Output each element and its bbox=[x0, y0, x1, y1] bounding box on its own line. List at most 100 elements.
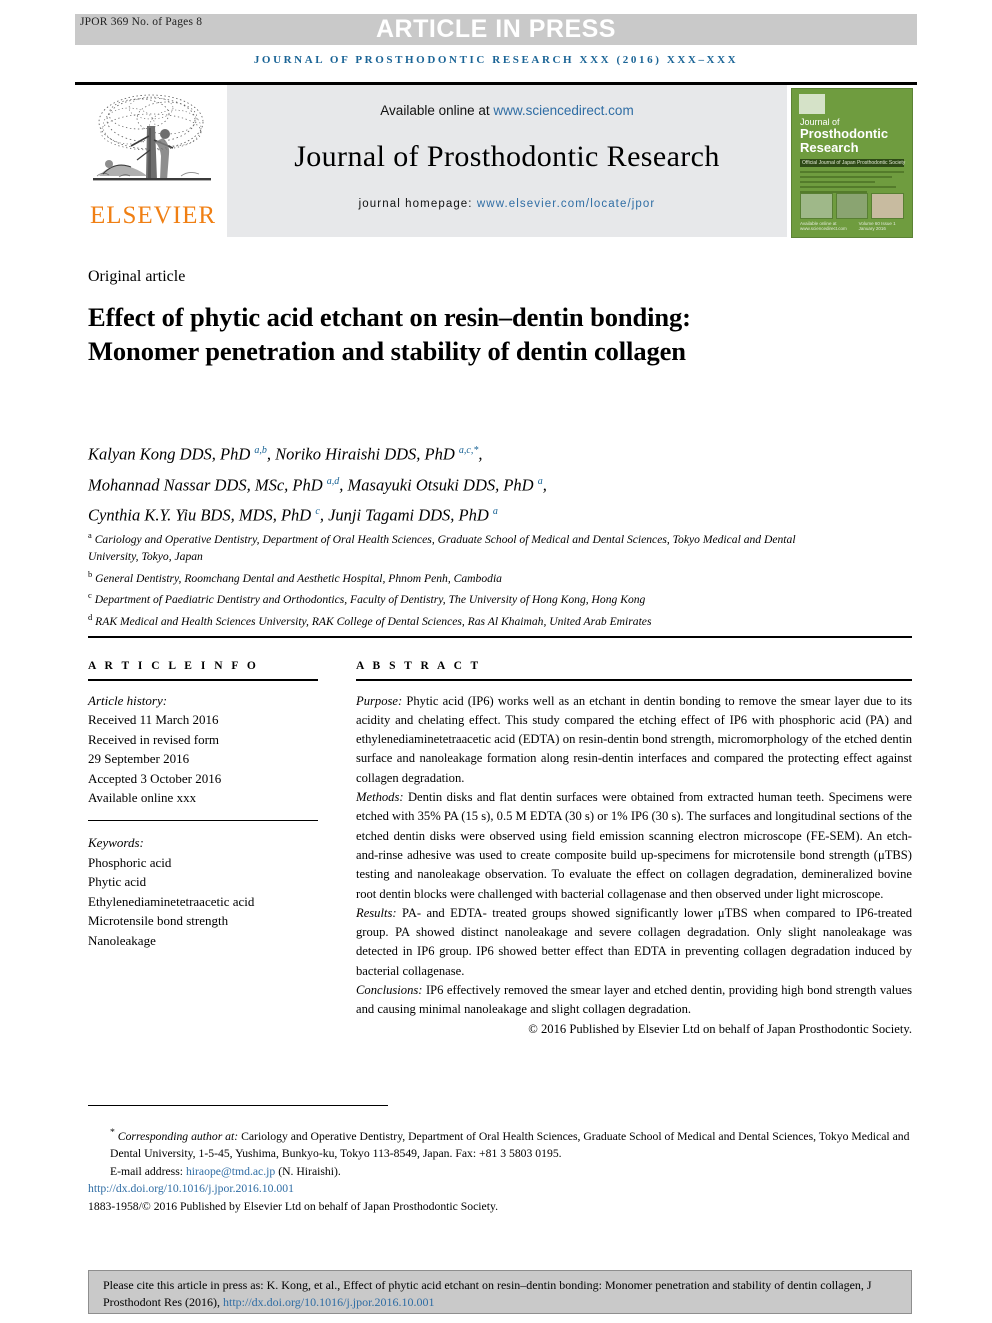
author-name: Mohannad Nassar DDS, MSc, PhD bbox=[88, 475, 323, 494]
article-history-item: Received 11 March 2016 bbox=[88, 712, 219, 728]
article-history-label: Article history: bbox=[88, 692, 168, 708]
abstract-section: Methods: Dentin disks and flat dentin su… bbox=[356, 788, 912, 904]
author-affil-mark: a,c,* bbox=[458, 445, 479, 456]
available-online-line: Available online at www.sciencedirect.co… bbox=[227, 103, 787, 118]
affiliation-text: Cariology and Operative Dentistry, Depar… bbox=[88, 532, 796, 564]
abstract-section-text: Dentin disks and flat dentin surfaces we… bbox=[356, 790, 912, 901]
journal-homepage-line: journal homepage: www.elsevier.com/locat… bbox=[227, 198, 787, 210]
author-name: Noriko Hiraishi DDS, PhD bbox=[275, 444, 455, 464]
abstract-section-text: IP6 effectively removed the smear layer … bbox=[356, 983, 912, 1017]
cover-title-main: Prosthodontic Research bbox=[800, 127, 888, 155]
affiliation-text: RAK Medical and Health Sciences Universi… bbox=[95, 614, 652, 628]
abstract-column: A B S T R A C T Purpose: Phytic acid (IP… bbox=[356, 660, 912, 1039]
author-affil-mark: a,b bbox=[254, 445, 267, 456]
sciencedirect-link[interactable]: www.sciencedirect.com bbox=[493, 103, 633, 118]
available-online-label: Available online at bbox=[380, 103, 494, 118]
abstract-top-rule bbox=[88, 636, 912, 638]
author-name: Masayuki Otsuki DDS, PhD bbox=[347, 475, 534, 494]
article-info-heading: A R T I C L E I N F O bbox=[88, 660, 259, 672]
journal-cover-thumbnail: Journal of Prosthodontic Research Offici… bbox=[791, 88, 913, 238]
article-info-column: A R T I C L E I N F O Article history: R… bbox=[88, 660, 318, 950]
manuscript-stamp: JPOR 369 No. of Pages 8 bbox=[80, 16, 203, 28]
abstract-body: Purpose: Phytic acid (IP6) works well as… bbox=[356, 692, 912, 1039]
elsevier-tree-icon bbox=[93, 94, 211, 181]
cover-title-line2: Prosthodontic bbox=[800, 126, 889, 141]
keywords-label: Keywords: bbox=[88, 835, 144, 851]
email-suffix: (N. Hiraishi). bbox=[275, 1164, 341, 1178]
cite-doi-link[interactable]: http://dx.doi.org/10.1016/j.jpor.2016.10… bbox=[223, 1295, 434, 1309]
abstract-section-text: PA- and EDTA- treated groups showed sign… bbox=[356, 905, 912, 978]
cover-footer-left: Available online at www.sciencedirect.co… bbox=[800, 221, 847, 231]
cover-society-label: Official Journal of Japan Prosthodontic … bbox=[802, 160, 906, 166]
footnote-block: * Corresponding author at: Cariology and… bbox=[88, 1124, 912, 1215]
cite-this-article-box: Please cite this article in press as: K.… bbox=[88, 1270, 912, 1314]
cover-footer-right: Volume 60 Issue 1 January 2016 bbox=[858, 221, 896, 231]
email-link[interactable]: hiraope@tmd.ac.jp bbox=[186, 1165, 275, 1178]
abstract-copyright: © 2016 Published by Elsevier Ltd on beha… bbox=[528, 1021, 912, 1036]
journal-masthead: ELSEVIER Available online at www.science… bbox=[75, 82, 917, 240]
article-history-item: 29 September 2016 bbox=[88, 751, 190, 767]
affiliation-mark: a bbox=[88, 530, 92, 540]
abstract-section: Results: PA- and EDTA- treated groups sh… bbox=[356, 904, 912, 981]
article-type-kicker: Original article bbox=[88, 268, 186, 285]
running-head: JOURNAL OF PROSTHODONTIC RESEARCH XXX (2… bbox=[253, 54, 739, 66]
article-history-item: Accepted 3 October 2016 bbox=[88, 770, 222, 786]
author-name: Kalyan Kong DDS, PhD bbox=[88, 444, 251, 464]
abstract-section-label: Purpose: bbox=[356, 693, 403, 708]
issn-copyright-line: 1883-1958/© 2016 Published by Elsevier L… bbox=[88, 1199, 498, 1213]
elsevier-wordmark: ELSEVIER bbox=[89, 202, 217, 229]
abstract-section-label: Conclusions: bbox=[356, 983, 423, 998]
author-affil-mark: a bbox=[537, 475, 543, 487]
author-name: Junji Tagami DDS, PhD bbox=[328, 505, 489, 525]
article-title: Effect of phytic acid etchant on resin–d… bbox=[88, 302, 691, 366]
article-info-rule bbox=[88, 679, 318, 681]
journal-homepage-link[interactable]: www.elsevier.com/locate/jpor bbox=[477, 198, 655, 210]
article-history-item: Received in revised form bbox=[88, 731, 220, 747]
author-name: Cynthia K.Y. Yiu BDS, MDS, PhD bbox=[88, 505, 312, 525]
keyword-item: Ethylenediaminetetraacetic acid bbox=[88, 893, 255, 909]
keyword-item: Phosphoric acid bbox=[88, 854, 172, 870]
email-note: E-mail address: hiraope@tmd.ac.jp (N. Hi… bbox=[88, 1163, 912, 1181]
journal-title: Journal of Prosthodontic Research bbox=[294, 140, 720, 173]
masthead-center: Available online at www.sciencedirect.co… bbox=[227, 85, 787, 237]
affiliation-item: a Cariology and Operative Dentistry, Dep… bbox=[88, 527, 848, 566]
affiliation-list: a Cariology and Operative Dentistry, Dep… bbox=[88, 527, 848, 630]
footnote-rule bbox=[88, 1105, 388, 1107]
email-label: E-mail address: bbox=[110, 1164, 186, 1178]
cover-publisher-mark bbox=[799, 94, 825, 114]
cover-title-line3: Research bbox=[800, 140, 859, 155]
abstract-heading: A B S T R A C T bbox=[356, 660, 482, 672]
corresponding-author-label: Corresponding author at: bbox=[117, 1129, 239, 1143]
affiliation-mark: c bbox=[88, 590, 92, 601]
cite-text: Please cite this article in press as: K.… bbox=[103, 1278, 872, 1309]
keywords-block: Keywords: Phosphoric acid Phytic acid Et… bbox=[88, 833, 318, 950]
corresponding-author-mark: * bbox=[110, 1127, 115, 1138]
article-first-page: ARTICLE IN PRESS JPOR 369 No. of Pages 8… bbox=[0, 0, 992, 1323]
author-list: Kalyan Kong DDS, PhD a,b, Noriko Hiraish… bbox=[88, 444, 547, 525]
abstract-rule bbox=[356, 679, 912, 681]
doi-link[interactable]: http://dx.doi.org/10.1016/j.jpor.2016.10… bbox=[88, 1180, 912, 1198]
cover-footer: Available online at www.sciencedirect.co… bbox=[800, 221, 904, 231]
author-affil-mark: c bbox=[315, 506, 320, 517]
abstract-section: Purpose: Phytic acid (IP6) works well as… bbox=[356, 692, 912, 788]
article-history-block: Article history: Received 11 March 2016 … bbox=[88, 691, 318, 808]
article-history-item: Available online xxx bbox=[88, 790, 197, 806]
homepage-label: journal homepage: bbox=[358, 198, 477, 210]
affiliation-item: d RAK Medical and Health Sciences Univer… bbox=[88, 609, 848, 630]
author-affil-mark: a bbox=[492, 506, 498, 517]
abstract-section-text: Phytic acid (IP6) works well as an etcha… bbox=[356, 693, 912, 785]
keywords-rule bbox=[88, 819, 318, 822]
keyword-item: Nanoleakage bbox=[88, 932, 156, 948]
abstract-section-label: Results: bbox=[356, 905, 397, 920]
cover-figure-strip bbox=[800, 193, 905, 219]
abstract-section: Conclusions: IP6 effectively removed the… bbox=[356, 981, 912, 1020]
affiliation-mark: b bbox=[88, 568, 93, 579]
elsevier-logo: ELSEVIER bbox=[83, 88, 223, 236]
author-affil-mark: a,d bbox=[326, 475, 340, 487]
corresponding-author-note: * Corresponding author at: Cariology and… bbox=[88, 1124, 912, 1163]
affiliation-item: b General Dentistry, Roomchang Dental an… bbox=[88, 566, 848, 587]
affiliation-text: General Dentistry, Roomchang Dental and … bbox=[95, 571, 502, 585]
affiliation-text: Department of Paediatric Dentistry and O… bbox=[94, 593, 646, 607]
affiliation-item: c Department of Paediatric Dentistry and… bbox=[88, 587, 848, 608]
abstract-section-label: Methods: bbox=[356, 790, 404, 805]
